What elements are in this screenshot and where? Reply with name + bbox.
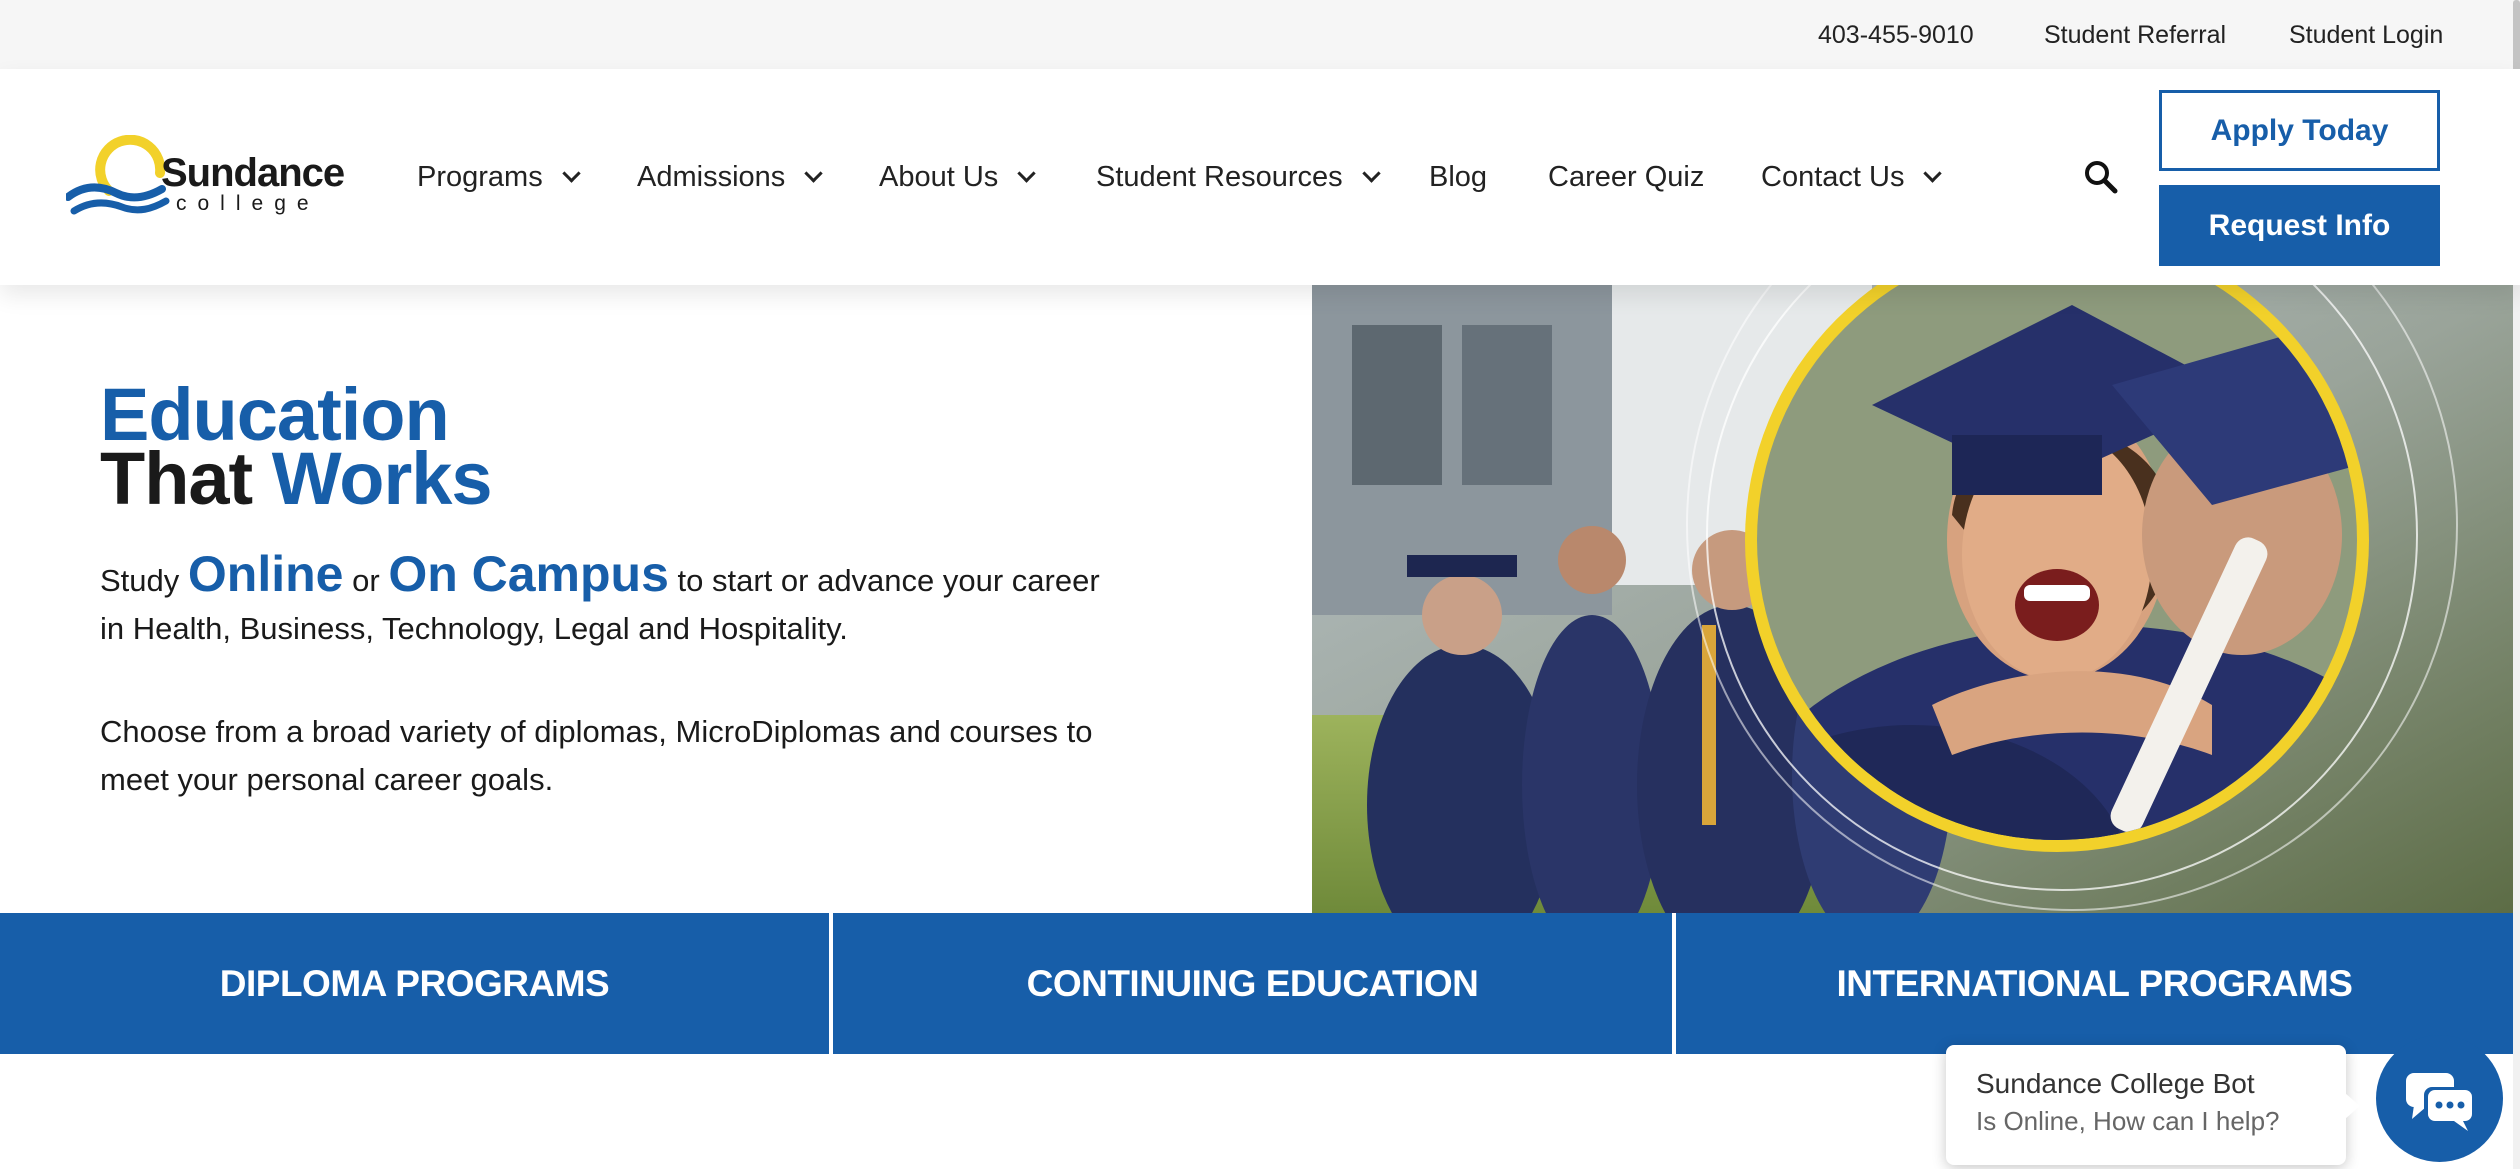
- hero-title: Education That Works: [100, 378, 493, 516]
- nav-label: Blog: [1429, 160, 1488, 193]
- nav-student-resources[interactable]: Student Resources: [1096, 157, 1381, 197]
- hero-graduation-image: [1312, 285, 2520, 913]
- tile-international-programs[interactable]: INTERNATIONAL PROGRAMS: [1676, 913, 2513, 1054]
- hero-study: Study: [100, 563, 180, 598]
- nav-label: Student Resources: [1096, 160, 1343, 193]
- student-referral-link[interactable]: Student Referral: [2044, 21, 2226, 50]
- apply-today-button[interactable]: Apply Today: [2159, 90, 2440, 171]
- nav-contact-us[interactable]: Contact Us: [1761, 157, 1943, 197]
- hero-title-works: Works: [271, 437, 493, 520]
- hero-or: or: [352, 563, 380, 598]
- logo-sun-waves-icon: [66, 135, 170, 215]
- site-header: Sundance college Programs Admissions Abo…: [0, 69, 2520, 285]
- chat-bot-status: Is Online, How can I help?: [1976, 1106, 2280, 1136]
- utility-bar: 403-455-9010 Student Referral Student Lo…: [0, 0, 2520, 69]
- nav-label: Admissions: [637, 160, 786, 193]
- chevron-down-icon: [804, 163, 823, 183]
- request-info-button[interactable]: Request Info: [2159, 185, 2440, 266]
- nav-label: Programs: [417, 160, 543, 193]
- hero-online: Online: [187, 546, 344, 602]
- chat-greeting[interactable]: Sundance College Bot Is Online, How can …: [1946, 1045, 2360, 1165]
- hero-intro: Study Online or On Campus to start or ad…: [100, 549, 1100, 653]
- nav-about-us[interactable]: About Us: [879, 157, 1036, 197]
- chat-launcher-button[interactable]: [2376, 1035, 2503, 1162]
- chevron-down-icon: [1361, 163, 1381, 183]
- tile-continuing-education[interactable]: CONTINUING EDUCATION: [833, 913, 1672, 1054]
- nav-label: About Us: [879, 160, 999, 193]
- logo-wordmark: Sundance: [161, 151, 345, 195]
- logo-subtitle: college: [176, 192, 320, 215]
- hero-description: Choose from a broad variety of diplomas,…: [100, 714, 1093, 797]
- hero-on-campus: On Campus: [388, 546, 669, 602]
- phone-link[interactable]: 403-455-9010: [1818, 21, 1974, 50]
- hero-title-that: That: [100, 437, 253, 520]
- tile-diploma-programs[interactable]: DIPLOMA PROGRAMS: [0, 913, 829, 1054]
- chat-bubbles-icon: [2406, 1073, 2474, 1131]
- nav-blog[interactable]: Blog: [1429, 157, 1487, 197]
- nav-career-quiz[interactable]: Career Quiz: [1548, 157, 1704, 197]
- chat-bot-name: Sundance College Bot: [1976, 1068, 2255, 1099]
- nav-label: Contact Us: [1761, 160, 1905, 193]
- nav-label: Career Quiz: [1548, 160, 1705, 193]
- chevron-down-icon: [1923, 163, 1943, 183]
- student-login-link[interactable]: Student Login: [2289, 21, 2443, 50]
- chevron-down-icon: [562, 163, 581, 183]
- nav-admissions[interactable]: Admissions: [637, 157, 823, 197]
- nav-programs[interactable]: Programs: [417, 157, 581, 197]
- chevron-down-icon: [1017, 163, 1036, 183]
- search-icon[interactable]: [2084, 160, 2118, 194]
- site-logo[interactable]: Sundance college: [66, 135, 345, 225]
